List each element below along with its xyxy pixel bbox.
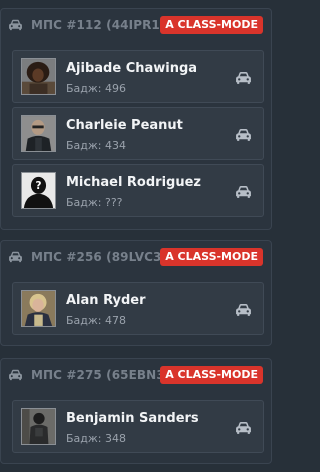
- unknown-silhouette-avatar: ?: [22, 173, 55, 208]
- member-avatar: [21, 115, 56, 152]
- photo-avatar-blonde: [22, 291, 55, 326]
- member-name: Charleie Peanut: [66, 118, 183, 133]
- car-icon[interactable]: [235, 185, 252, 199]
- member-name: Michael Rodriguez: [66, 175, 201, 190]
- car-icon[interactable]: [235, 303, 252, 317]
- car-icon: [9, 19, 22, 31]
- member-card[interactable]: ? Michael Rodriguez Бадж: ???: [12, 164, 264, 217]
- member-badge-number: Бадж: 434: [66, 139, 127, 152]
- member-badge-number: Бадж: 478: [66, 314, 127, 327]
- unit-card-112: МПС #112 (44IPR126) A CLASS-MODE Ajibade…: [0, 8, 272, 230]
- member-card[interactable]: Alan Ryder Бадж: 478: [12, 282, 264, 335]
- member-name: Alan Ryder: [66, 293, 146, 308]
- class-mode-badge: A CLASS-MODE: [160, 248, 263, 266]
- svg-text:?: ?: [35, 180, 41, 192]
- class-mode-badge: A CLASS-MODE: [160, 366, 263, 384]
- member-avatar: [21, 408, 56, 445]
- unit-card-256: МПС #256 (89LVC388) A CLASS-MODE Alan Ry…: [0, 240, 272, 346]
- member-name: Ajibade Chawinga: [66, 61, 198, 76]
- member-card[interactable]: Benjamin Sanders Бадж: 348: [12, 400, 264, 453]
- member-badge-number: Бадж: 348: [66, 432, 127, 445]
- member-card[interactable]: Ajibade Chawinga Бадж: 496: [12, 50, 264, 103]
- member-card[interactable]: Charleie Peanut Бадж: 434: [12, 107, 264, 160]
- unit-header: МПС #256 (89LVC388) A CLASS-MODE: [1, 241, 271, 273]
- member-avatar: [21, 290, 56, 327]
- unit-header: МПС #112 (44IPR126) A CLASS-MODE: [1, 9, 271, 41]
- car-icon[interactable]: [235, 421, 252, 435]
- class-mode-badge: A CLASS-MODE: [160, 16, 263, 34]
- unit-header: МПС #275 (65EBN346) A CLASS-MODE: [1, 359, 271, 391]
- member-name: Benjamin Sanders: [66, 411, 199, 426]
- photo-avatar-tactical: [22, 409, 55, 444]
- unit-card-275: МПС #275 (65EBN346) A CLASS-MODE Benjami…: [0, 358, 272, 464]
- car-icon[interactable]: [235, 71, 252, 85]
- car-icon: [9, 369, 22, 381]
- member-avatar: [21, 58, 56, 95]
- member-badge-number: Бадж: ???: [66, 196, 123, 209]
- member-avatar: ?: [21, 172, 56, 209]
- car-icon: [9, 251, 22, 263]
- photo-avatar-dreadlocks: [22, 59, 55, 94]
- car-icon[interactable]: [235, 128, 252, 142]
- member-badge-number: Бадж: 496: [66, 82, 127, 95]
- photo-avatar-officer: [22, 116, 55, 151]
